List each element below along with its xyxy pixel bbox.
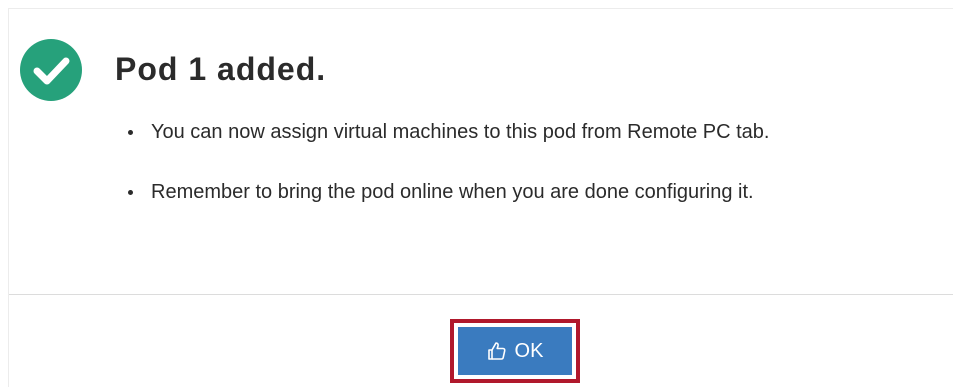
list-item: Remember to bring the pod online when yo… — [125, 179, 769, 205]
success-dialog: Pod 1 added. You can now assign virtual … — [8, 8, 953, 387]
message-list: You can now assign virtual machines to t… — [125, 119, 769, 239]
ok-button-highlight: OK — [450, 319, 580, 383]
message-text: Remember to bring the pod online when yo… — [151, 181, 754, 203]
list-item: You can now assign virtual machines to t… — [125, 119, 769, 145]
dialog-title: Pod 1 added. — [115, 51, 327, 87]
ok-button-label: OK — [514, 339, 544, 362]
thumbs-up-icon — [487, 342, 506, 360]
footer-divider — [9, 294, 953, 295]
bullet-icon — [128, 190, 133, 195]
ok-button[interactable]: OK — [458, 327, 572, 375]
check-circle-icon — [20, 39, 82, 101]
bullet-icon — [128, 130, 133, 135]
dialog-header: Pod 1 added. — [9, 9, 953, 109]
message-text: You can now assign virtual machines to t… — [151, 121, 770, 143]
